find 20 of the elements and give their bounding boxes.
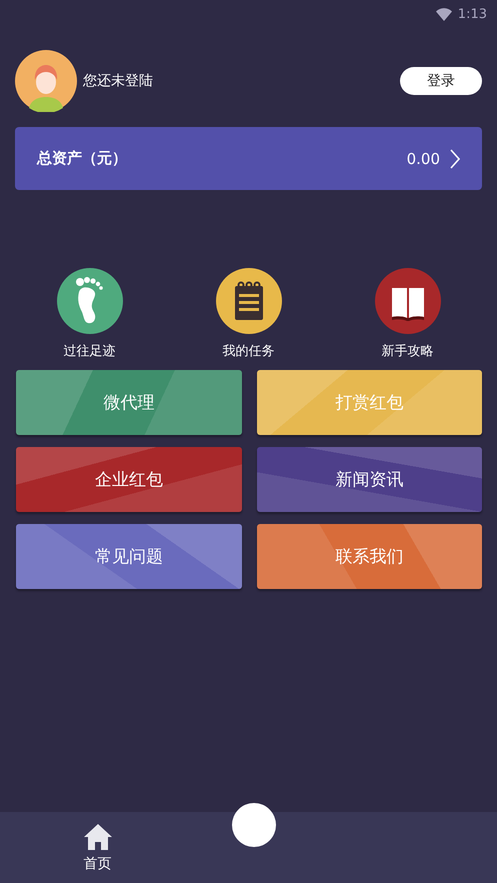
shortcut-button[interactable]: 过往足迹 [10, 268, 169, 360]
login-button[interactable]: 登录 [400, 67, 482, 95]
wifi-icon [436, 8, 452, 20]
menu-tile[interactable]: 微代理 [16, 370, 242, 435]
menu-tile[interactable]: 常见问题 [16, 524, 242, 589]
chevron-right-icon [450, 148, 460, 168]
total-assets-card[interactable]: 总资产（元） 0.00 [15, 127, 482, 190]
total-assets-label: 总资产（元） [37, 149, 128, 168]
avatar-icon [15, 50, 77, 112]
clock-time: 1:13 [458, 6, 487, 22]
home-icon [82, 822, 112, 850]
footprint-icon [76, 277, 102, 324]
shortcut-button[interactable]: 新手攻略 [328, 268, 487, 360]
menu-tile[interactable]: 企业红包 [16, 447, 242, 512]
notepad-icon [234, 282, 262, 320]
shortcut-button[interactable]: 我的任务 [169, 268, 328, 360]
menu-tile[interactable]: 新闻资讯 [256, 447, 482, 512]
book-icon [392, 288, 424, 321]
total-assets-value: 0.00 [406, 150, 440, 168]
login-status-text: 您还未登陆 [83, 72, 154, 90]
